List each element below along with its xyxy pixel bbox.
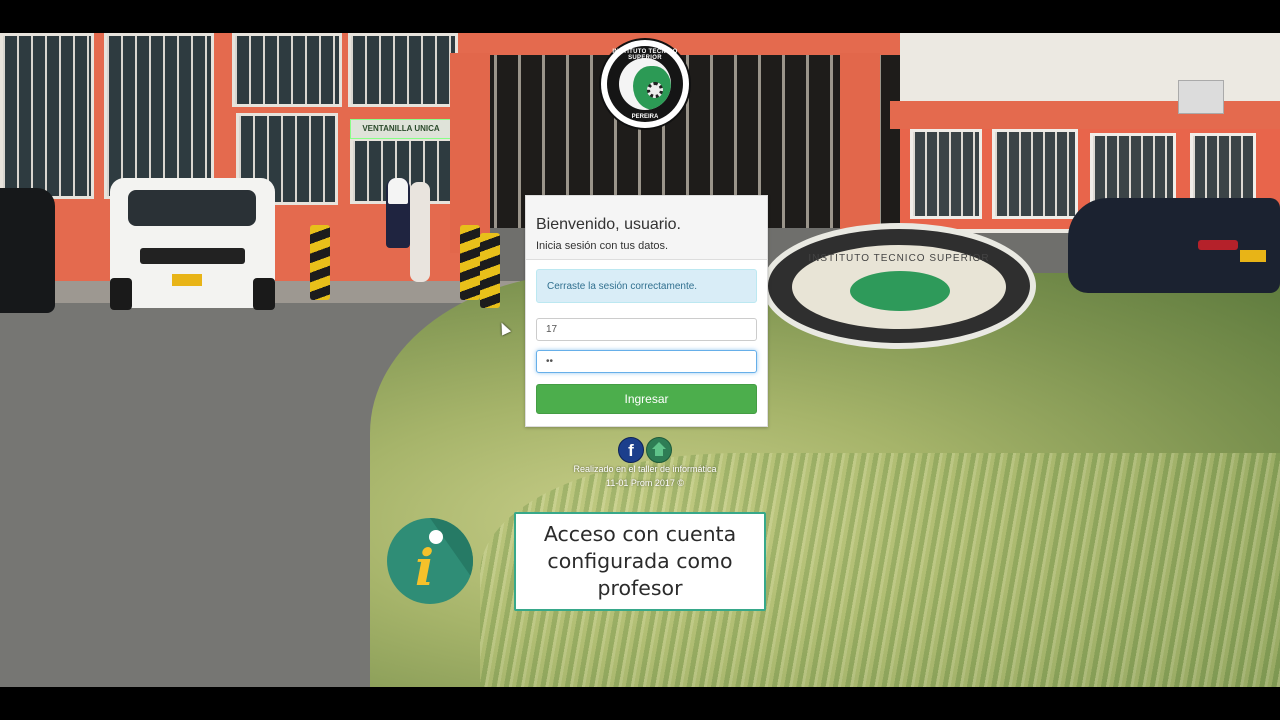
footer-promo: 11-01 Prom 2017 © <box>605 478 684 488</box>
student-shirt <box>388 178 408 204</box>
ground-emblem-text: INSTITUTO TECNICO SUPERIOR <box>808 253 990 264</box>
info-icon-letter: i <box>415 538 434 597</box>
home-icon[interactable] <box>646 437 672 463</box>
ground-emblem: INSTITUTO TECNICO SUPERIOR <box>762 223 1036 349</box>
building-pillar <box>450 53 490 253</box>
car-wheel <box>110 278 132 310</box>
school-logo-core <box>619 58 671 110</box>
building-window <box>104 33 214 199</box>
students <box>386 178 436 288</box>
building-sign: VENTANILLA UNICA <box>350 119 452 139</box>
building-window <box>348 33 458 107</box>
car-plate <box>172 274 202 286</box>
school-logo-text-bottom: PEREIRA <box>631 114 659 120</box>
ground-emblem-core <box>850 271 950 311</box>
car-taillight <box>1198 240 1238 250</box>
login-panel-header: Bienvenido, usuario. Inicia sesión con t… <box>526 196 767 260</box>
building-window <box>232 33 342 107</box>
login-subtitle: Inicia sesión con tus datos. <box>536 240 669 252</box>
username-input[interactable] <box>536 318 757 341</box>
bollard <box>480 233 500 308</box>
car-windshield <box>128 190 256 226</box>
logout-success-alert-text: Cerraste la sesión correctamente. <box>547 281 698 292</box>
parked-car-white <box>110 178 275 310</box>
bollard <box>310 225 330 300</box>
video-letterbox-bottom <box>0 687 1280 720</box>
tutorial-caption-text: Acceso con cuenta configurada como profe… <box>543 522 737 600</box>
info-icon: i <box>387 518 473 604</box>
car-wheel <box>253 278 275 310</box>
tutorial-caption: Acceso con cuenta configurada como profe… <box>514 512 766 611</box>
bollard <box>460 225 480 300</box>
social-links: f <box>618 437 674 463</box>
login-panel: Bienvenido, usuario. Inicia sesión con t… <box>525 195 768 427</box>
footer-credit: Realizado en el taller de informática <box>573 464 717 474</box>
building-window <box>992 129 1078 219</box>
login-button[interactable]: Ingresar <box>536 384 757 414</box>
gear-icon <box>647 82 663 98</box>
air-conditioner <box>1178 80 1224 114</box>
building-window <box>0 33 94 199</box>
car-grille <box>140 248 245 264</box>
video-letterbox-top <box>0 0 1280 33</box>
facebook-icon[interactable]: f <box>618 437 644 463</box>
parked-car-dark <box>0 188 55 313</box>
parked-car-sedan <box>1068 198 1280 293</box>
password-input[interactable] <box>536 350 757 373</box>
logout-success-alert: Cerraste la sesión correctamente. <box>536 269 757 303</box>
ground-emblem-inner: INSTITUTO TECNICO SUPERIOR <box>792 245 1006 329</box>
school-logo: INSTITUTO TECNICO SUPERIOR PEREIRA <box>601 40 689 128</box>
student <box>410 182 430 282</box>
car-plate <box>1240 250 1266 262</box>
login-title: Bienvenido, usuario. <box>536 216 681 233</box>
building-window <box>910 129 982 219</box>
